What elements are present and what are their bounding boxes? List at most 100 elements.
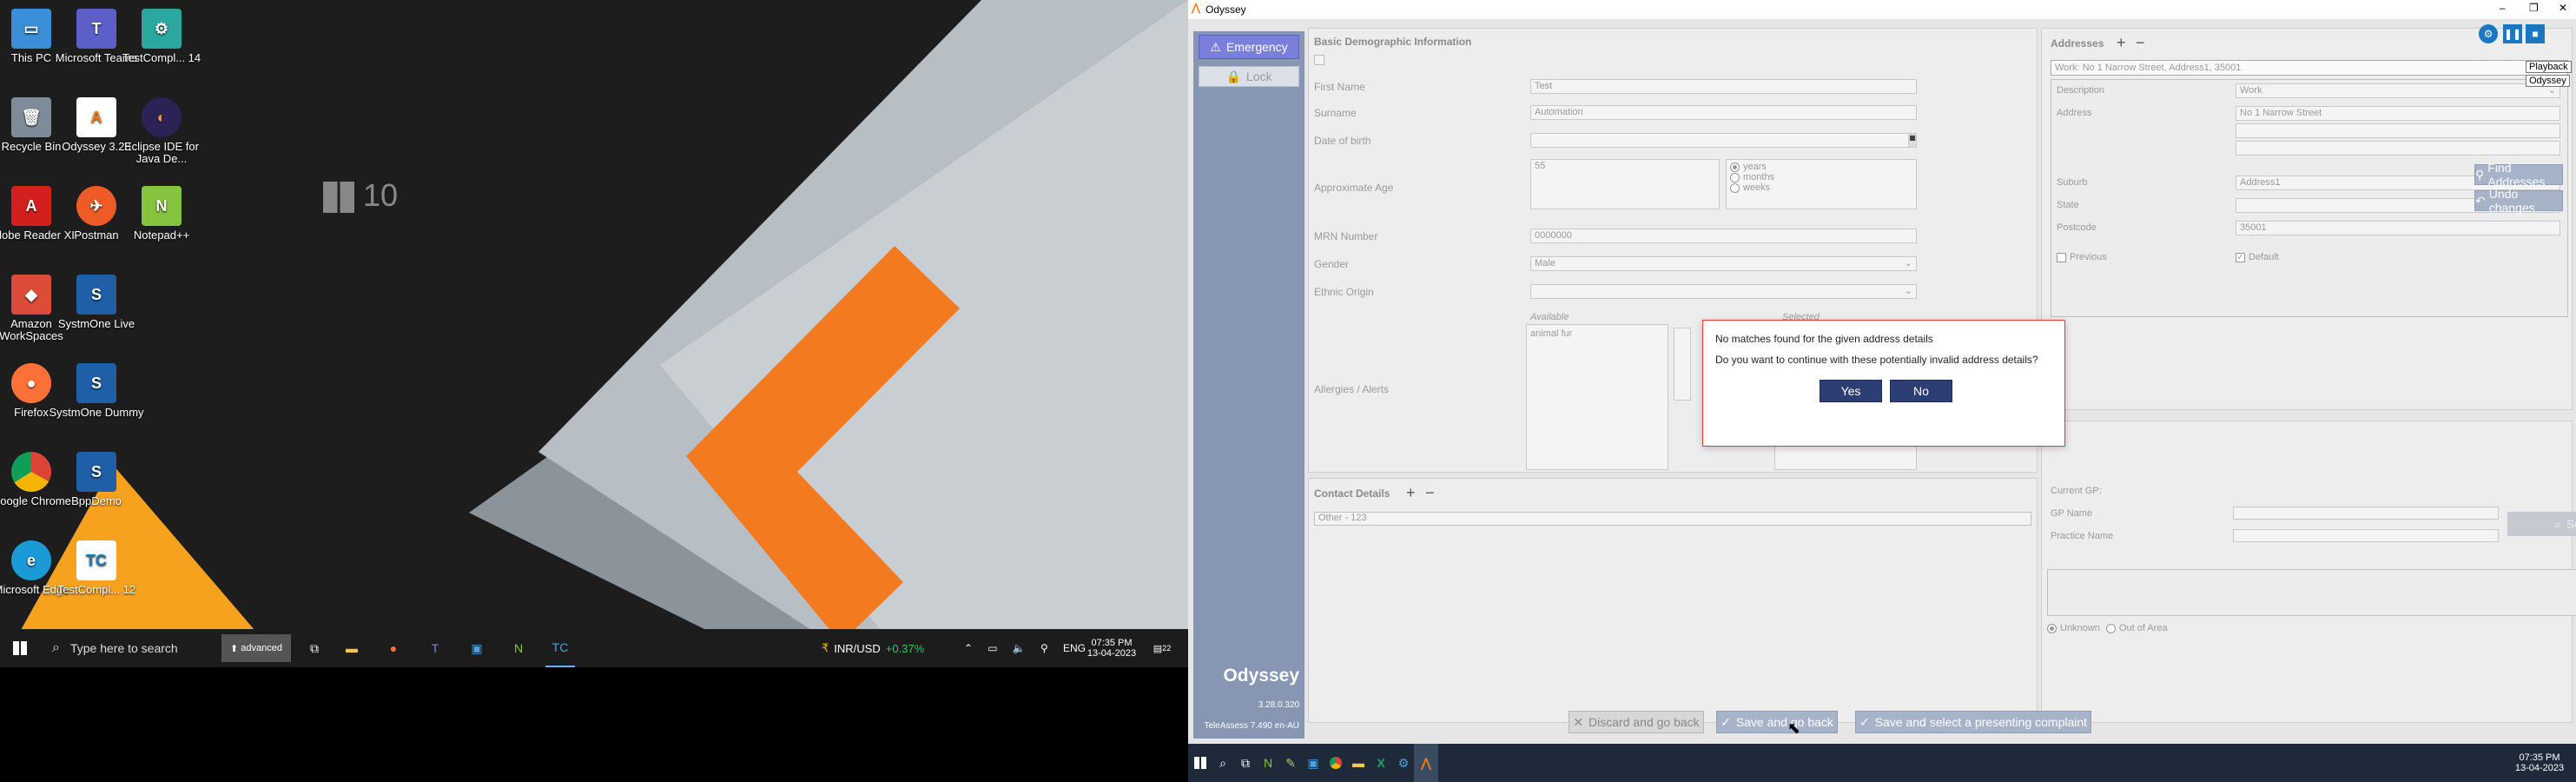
save-select-complaint-button[interactable]: ✓ Save and select a presenting complaint bbox=[1855, 711, 2091, 733]
testcomplete-recorder-icon[interactable]: ⚙ bbox=[2479, 24, 2498, 43]
desktop-icon-notepadpp[interactable]: N Notepad++ bbox=[114, 186, 209, 242]
notification-count: 22 bbox=[1162, 644, 1172, 653]
gender-select[interactable]: Male ⌄ bbox=[1530, 256, 1917, 271]
taskbar-explorer[interactable]: ▬ bbox=[1346, 744, 1371, 782]
list-item[interactable]: animal fur bbox=[1530, 328, 1572, 339]
ethnic-select[interactable]: ⌄ bbox=[1530, 284, 1917, 299]
chrome-icon bbox=[11, 452, 51, 492]
clock[interactable]: 07:35 PM 13-04-2023 bbox=[2508, 744, 2571, 782]
taskbar-app[interactable]: ▣ bbox=[462, 629, 492, 667]
pause-icon[interactable]: ❚❚ bbox=[2503, 24, 2522, 43]
edge-icon: e bbox=[11, 540, 51, 580]
dob-field[interactable] bbox=[1530, 133, 1909, 148]
allergy-move-buttons[interactable] bbox=[1674, 328, 1691, 401]
notification-center[interactable]: ▤ 22 bbox=[1145, 629, 1179, 667]
default-checkbox[interactable]: ✓ Default bbox=[2236, 252, 2279, 262]
minimize-button[interactable]: – bbox=[2500, 2, 2506, 14]
practice-name-field[interactable] bbox=[2233, 529, 2499, 542]
taskbar-notes[interactable]: ✎ bbox=[1278, 744, 1303, 782]
close-icon: ✕ bbox=[1573, 714, 1584, 729]
start-button[interactable] bbox=[0, 629, 40, 667]
taskbar-notepadpp[interactable]: N bbox=[1256, 744, 1280, 782]
workspaces-icon: ◆ bbox=[11, 275, 51, 315]
search-button[interactable]: ⌕ bbox=[1211, 744, 1235, 782]
clock[interactable]: 07:35 PM 13-04-2023 bbox=[1082, 629, 1141, 667]
address-line1-field[interactable]: No 1 Narrow Street bbox=[2236, 106, 2560, 121]
address-line2-field[interactable] bbox=[2236, 123, 2560, 138]
first-name-field[interactable]: Test bbox=[1530, 79, 1917, 94]
radio-selected-icon bbox=[1730, 162, 1740, 172]
undo-changes-button[interactable]: ↶ Undo changes bbox=[2474, 187, 2563, 215]
desktop-icon-systmone-dummy[interactable]: S SystmOne Dummy bbox=[49, 363, 144, 419]
taskbar-odyssey[interactable]: ⋀ bbox=[1414, 744, 1438, 782]
approx-age-field[interactable]: 55 bbox=[1530, 159, 1720, 209]
testcomplete-icon: ⚙ bbox=[142, 9, 182, 49]
previous-checkbox[interactable]: Previous bbox=[2057, 252, 2107, 262]
window-titlebar: ⋀ Odyssey – ❐ ✕ bbox=[1188, 0, 2576, 19]
address-list-item[interactable]: Work: No 1 Narrow Street, Address1, 3500… bbox=[2051, 60, 2568, 76]
task-view-button[interactable]: ⧉ bbox=[1233, 744, 1258, 782]
teams-icon: T bbox=[431, 641, 439, 655]
taskbar-firefox[interactable]: ● bbox=[379, 629, 408, 667]
allergies-available-list[interactable]: animal fur bbox=[1526, 324, 1668, 470]
taskbar-app[interactable]: ▣ bbox=[1301, 744, 1325, 782]
search-placeholder: Type here to search bbox=[69, 641, 178, 655]
taskbar-testcomplete[interactable]: ⚙ bbox=[1391, 744, 1416, 782]
stop-icon[interactable]: ■ bbox=[2526, 24, 2545, 43]
mrn-field[interactable]: 0000000 bbox=[1530, 229, 1917, 243]
desktop-icon-testcomplete-14[interactable]: ⚙ TestCompl... 14 bbox=[114, 9, 209, 64]
folder-icon: ▬ bbox=[346, 641, 358, 655]
save-go-back-button[interactable]: ✓ Save and go back bbox=[1716, 711, 1838, 733]
search-icon: ⌕ bbox=[1219, 755, 1226, 770]
surname-field[interactable]: Automation bbox=[1530, 105, 1917, 120]
calendar-icon[interactable]: ▦ bbox=[1908, 133, 1917, 148]
taskbar-testcomplete[interactable]: TC bbox=[545, 629, 575, 667]
remove-address-button[interactable]: − bbox=[2136, 34, 2145, 52]
description-select[interactable]: Work ⌄ bbox=[2236, 83, 2560, 98]
taskbar-notepadpp[interactable]: N bbox=[504, 629, 533, 667]
age-unit-years[interactable]: years bbox=[1730, 162, 1912, 172]
taskbar-explorer[interactable]: ▬ bbox=[337, 629, 367, 667]
gp-results-box[interactable] bbox=[2047, 569, 2576, 616]
desktop-icon-systmone-live[interactable]: S SystmOne Live bbox=[49, 275, 144, 330]
contact-list-item[interactable]: Other - 123 bbox=[1314, 512, 2031, 526]
chevron-up-icon: ⌃ bbox=[964, 642, 974, 654]
add-contact-button[interactable]: + bbox=[1406, 484, 1416, 502]
gp-name-field[interactable] bbox=[2233, 507, 2499, 520]
notepadpp-icon: N bbox=[513, 641, 524, 655]
find-addresses-button[interactable]: ⚲ Find Addresses bbox=[2474, 161, 2563, 189]
out-of-area-radio[interactable]: Out of Area bbox=[2105, 623, 2168, 633]
teleassess-text: TeleAssess 7.490 en-AU bbox=[1204, 721, 1299, 731]
desktop-icon-testcomplete-12[interactable]: TC TestCompl... 12 bbox=[49, 540, 144, 596]
postcode-field[interactable]: 35001 bbox=[2236, 221, 2560, 235]
radio-icon bbox=[1730, 172, 1740, 182]
taskbar-chrome[interactable] bbox=[1324, 744, 1348, 782]
system-tray[interactable]: ⌃ ▭ 🔈 ⚲ ENG bbox=[964, 629, 1086, 667]
desktop-icon-eclipse[interactable]: ◐ Eclipse IDE for Java De... bbox=[114, 97, 209, 165]
currency-widget[interactable]: ₹ INR/USD +0.37% bbox=[822, 629, 943, 667]
lock-button[interactable]: 🔒 Lock bbox=[1199, 66, 1299, 87]
age-unit-months[interactable]: months bbox=[1730, 172, 1912, 182]
taskbar-excel[interactable]: X bbox=[1369, 744, 1393, 782]
unknown-radio[interactable]: Unknown bbox=[2047, 623, 2100, 633]
advanced-button[interactable]: ⬆ advanced bbox=[221, 634, 291, 662]
excel-icon: X bbox=[1377, 756, 1385, 770]
dialog-no-button[interactable]: No bbox=[1890, 380, 1952, 402]
desktop-icon-bppdemo[interactable]: S BppDemo bbox=[49, 452, 144, 507]
remove-contact-button[interactable]: − bbox=[1425, 484, 1435, 502]
maximize-button[interactable]: ❐ bbox=[2529, 2, 2539, 14]
emergency-button[interactable]: ⚠ Emergency bbox=[1199, 35, 1299, 59]
dialog-yes-button[interactable]: Yes bbox=[1820, 380, 1882, 402]
address-line3-field[interactable] bbox=[2236, 141, 2560, 156]
taskbar-teams[interactable]: T bbox=[420, 629, 450, 667]
close-button[interactable]: ✕ bbox=[2559, 2, 2567, 14]
windows-start-icon bbox=[13, 641, 27, 655]
task-view-button[interactable]: ⧉ bbox=[300, 629, 329, 667]
age-unit-weeks[interactable]: weeks bbox=[1730, 182, 1912, 193]
demographics-checkbox[interactable] bbox=[1314, 55, 1324, 65]
gp-search-button[interactable]: ⌕Search bbox=[2507, 512, 2576, 536]
folder-icon: ▬ bbox=[1352, 756, 1364, 770]
start-button[interactable] bbox=[1188, 744, 1212, 782]
add-address-button[interactable]: + bbox=[2117, 34, 2126, 52]
discard-button[interactable]: ✕ Discard and go back bbox=[1569, 711, 1704, 733]
